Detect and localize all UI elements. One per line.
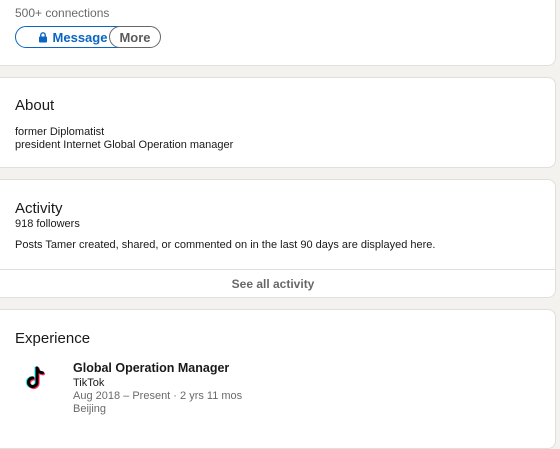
experience-dates: Aug 2018 – Present · 2 yrs 11 mos [73, 390, 243, 402]
lock-icon [38, 31, 47, 42]
see-all-activity-button[interactable]: See all activity [0, 269, 555, 299]
more-button[interactable]: More [109, 26, 161, 48]
profile-card: 500+ connections Message More [0, 0, 556, 66]
about-line-1: former Diplomatist [15, 126, 105, 138]
about-line-2: president Internet Global Operation mana… [15, 139, 234, 151]
connections-count[interactable]: 500+ connections [15, 6, 109, 20]
activity-followers: 918 followers [15, 218, 80, 230]
more-button-label: More [119, 29, 151, 45]
activity-description: Posts Tamer created, shared, or commente… [15, 239, 436, 251]
experience-title: Experience [15, 330, 91, 347]
activity-title: Activity [15, 200, 63, 217]
experience-role[interactable]: Global Operation Manager [73, 361, 229, 375]
activity-card: Activity 918 followers Posts Tamer creat… [0, 179, 556, 298]
tiktok-logo-glyph [25, 366, 45, 390]
about-title: About [15, 97, 55, 114]
experience-card: Experience Global Operation Manager TikT… [0, 309, 556, 449]
message-button-label: Message [52, 29, 108, 45]
experience-company: TikTok [73, 377, 105, 389]
about-card: About former Diplomatist president Inter… [0, 77, 556, 168]
experience-location: Beijing [73, 403, 107, 415]
tiktok-logo-icon[interactable] [21, 364, 49, 392]
